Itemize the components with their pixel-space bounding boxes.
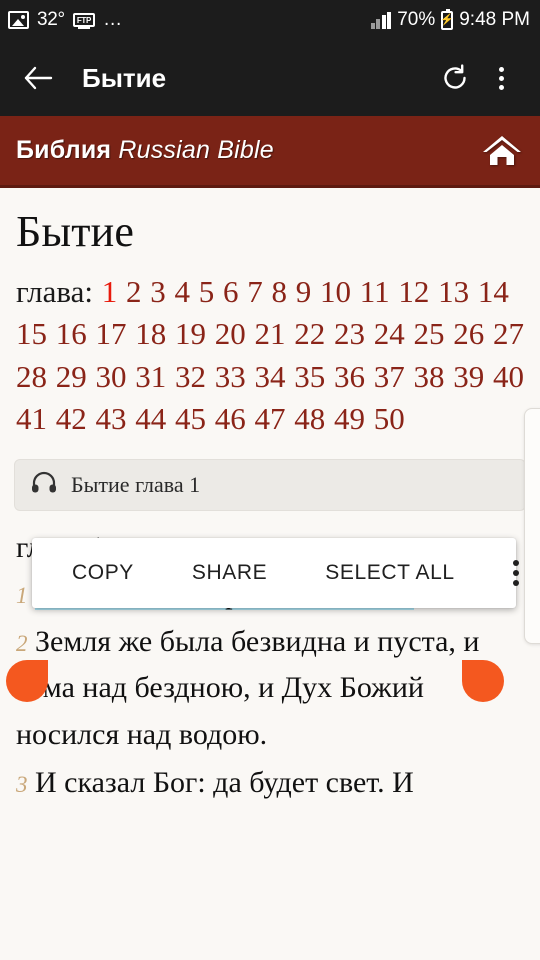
back-arrow-icon[interactable] [16, 56, 60, 100]
chapter-link-34[interactable]: 34 [255, 359, 286, 394]
chapter-link-16[interactable]: 16 [56, 316, 87, 351]
verse-row-3[interactable]: 3 И сказал Бог: да будет свет. И [16, 760, 524, 806]
chapter-link-11[interactable]: 11 [360, 274, 390, 309]
page-title: Бытие [82, 62, 167, 93]
chapter-link-4[interactable]: 4 [174, 274, 190, 309]
copy-button[interactable]: COPY [72, 561, 134, 585]
chapter-link-24[interactable]: 24 [374, 316, 405, 351]
text-selection-context-menu: COPY SHARE SELECT ALL [32, 538, 519, 608]
clock-label: 9:48 PM [459, 9, 530, 30]
chapter-link-9[interactable]: 9 [296, 274, 312, 309]
book-title: Бытие [16, 207, 135, 256]
home-icon[interactable] [480, 132, 524, 170]
selection-handle-end[interactable] [462, 660, 504, 702]
chapter-link-43[interactable]: 43 [96, 401, 127, 436]
chapter-selector: глава: 1 2 3 4 5 6 7 8 9 10 11 12 13 14 … [0, 263, 540, 441]
chapter-link-18[interactable]: 18 [135, 316, 166, 351]
chapter-link-36[interactable]: 36 [334, 359, 365, 394]
more-notifications-icon: … [103, 9, 124, 30]
overflow-menu-icon[interactable] [478, 55, 524, 101]
chapter-link-32[interactable]: 32 [175, 359, 206, 394]
refresh-icon[interactable] [432, 55, 478, 101]
verse-text[interactable]: И сказал Бог: да будет свет. И [35, 766, 414, 799]
chapter-link-17[interactable]: 17 [96, 316, 127, 351]
chapter-link-42[interactable]: 42 [56, 401, 87, 436]
chapter-link-38[interactable]: 38 [414, 359, 445, 394]
battery-percent-label: 70% [397, 9, 436, 30]
verse-number: 2 [16, 631, 28, 657]
chapter-link-25[interactable]: 25 [414, 316, 445, 351]
chapter-link-39[interactable]: 39 [453, 359, 484, 394]
audio-track-label: Бытие глава 1 [71, 471, 201, 497]
chapter-label: глава: [16, 274, 93, 309]
chapter-link-6[interactable]: 6 [223, 274, 239, 309]
status-bar-left: 32° FTP … [8, 9, 123, 31]
brand-subtitle: Russian Bible [118, 136, 274, 164]
share-button[interactable]: SHARE [192, 561, 267, 585]
chapter-link-7[interactable]: 7 [247, 274, 263, 309]
chapter-link-22[interactable]: 22 [294, 316, 325, 351]
chapter-link-2[interactable]: 2 [126, 274, 142, 309]
chapter-link-31[interactable]: 31 [135, 359, 166, 394]
chapter-link-30[interactable]: 30 [96, 359, 127, 394]
kebab-dots [498, 66, 504, 90]
select-all-button[interactable]: SELECT ALL [325, 561, 454, 585]
screen: 32° FTP … 70% ⚡ 9:48 PM Бытие Библия Rus… [0, 0, 540, 960]
verse-text[interactable]: Земля же была безвидна и пуста, и тьма н… [16, 625, 479, 750]
verse-number: 1 [16, 583, 28, 609]
chapter-link-49[interactable]: 49 [334, 401, 365, 436]
chapter-link-46[interactable]: 46 [215, 401, 246, 436]
chapter-link-28[interactable]: 28 [16, 359, 47, 394]
context-menu-overflow-icon[interactable] [512, 560, 519, 586]
chapter-link-3[interactable]: 3 [150, 274, 166, 309]
chapter-link-41[interactable]: 41 [16, 401, 47, 436]
chapter-link-50[interactable]: 50 [374, 401, 405, 436]
battery-charging-icon: ⚡ [440, 8, 454, 30]
chapter-link-26[interactable]: 26 [453, 316, 484, 351]
chapter-link-44[interactable]: 44 [135, 401, 166, 436]
chapter-link-12[interactable]: 12 [398, 274, 429, 309]
chapter-link-19[interactable]: 19 [175, 316, 206, 351]
audio-player-row[interactable]: Бытие глава 1 [14, 458, 526, 511]
chapter-link-21[interactable]: 21 [255, 316, 286, 351]
chapter-link-37[interactable]: 37 [374, 359, 405, 394]
chapter-link-35[interactable]: 35 [294, 359, 325, 394]
chapter-link-29[interactable]: 29 [56, 359, 87, 394]
app-bar: Бытие [0, 40, 540, 116]
chapter-link-5[interactable]: 5 [199, 274, 215, 309]
chapter-link-15[interactable]: 15 [16, 316, 47, 351]
chapter-link-40[interactable]: 40 [493, 359, 524, 394]
brand-name: Библия [16, 136, 112, 164]
status-bar: 32° FTP … 70% ⚡ 9:48 PM [0, 0, 540, 40]
chapter-link-47[interactable]: 47 [255, 401, 286, 436]
chapter-link-list: 1 2 3 4 5 6 7 8 9 10 11 12 13 14 15 16 1… [16, 274, 524, 436]
signal-icon [370, 11, 392, 29]
chapter-link-14[interactable]: 14 [478, 274, 509, 309]
chapter-link-27[interactable]: 27 [493, 316, 524, 351]
chapter-link-8[interactable]: 8 [271, 274, 287, 309]
temperature-indicator: 32° [37, 9, 65, 30]
brand-bar: Библия Russian Bible [0, 116, 540, 188]
chapter-link-1[interactable]: 1 [102, 274, 118, 309]
selection-handle-start[interactable] [6, 660, 48, 702]
chapter-link-45[interactable]: 45 [175, 401, 206, 436]
chapter-link-10[interactable]: 10 [320, 274, 351, 309]
headphones-icon [31, 471, 57, 498]
chapter-link-33[interactable]: 33 [215, 359, 246, 394]
chapter-link-13[interactable]: 13 [438, 274, 469, 309]
verse-number: 3 [16, 771, 28, 797]
status-bar-right: 70% ⚡ 9:48 PM [370, 8, 530, 31]
chapter-link-20[interactable]: 20 [215, 316, 246, 351]
verse-row-2[interactable]: 2 Земля же была безвидна и пуста, и тьма… [16, 619, 524, 758]
chapter-link-48[interactable]: 48 [294, 401, 325, 436]
chapter-link-23[interactable]: 23 [334, 316, 365, 351]
photo-icon [8, 11, 29, 29]
brand-title: Библия Russian Bible [16, 136, 274, 165]
ftp-icon: FTP [72, 13, 96, 29]
